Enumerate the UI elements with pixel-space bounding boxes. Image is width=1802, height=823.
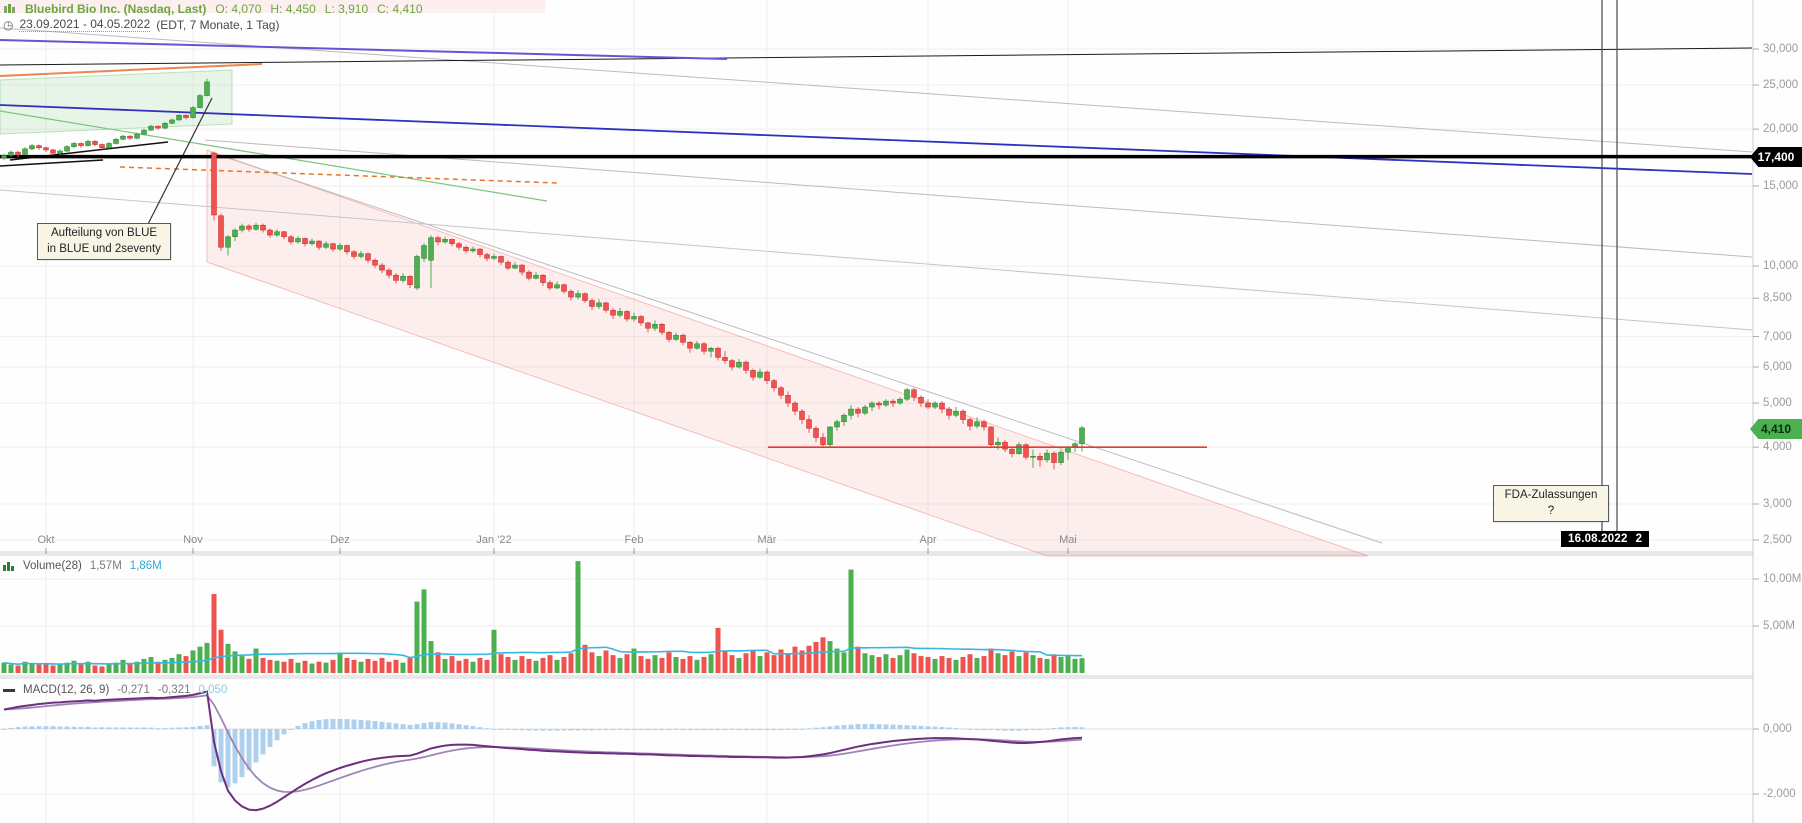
fda-annotation-line2: ?: [1499, 504, 1603, 520]
volume-bars-icon: [3, 561, 15, 571]
axis-label: 8,500: [1763, 292, 1792, 304]
event-date-marker: 16.08.2022 2: [1561, 531, 1649, 547]
volume-label: Volume(28): [23, 560, 82, 572]
price-chart-canvas[interactable]: [0, 0, 1802, 823]
macd-label: MACD(12, 26, 9): [23, 684, 109, 696]
low-value: L: 3,910: [325, 2, 368, 16]
axis-label: 25,000: [1763, 79, 1798, 91]
date-range[interactable]: 23.09.2021 - 04.05.2022: [19, 17, 150, 32]
volume-legend[interactable]: Volume(28) 1,57M 1,86M: [3, 560, 162, 572]
last-price-tag: 4,410: [1750, 419, 1802, 439]
axis-label: 5,00M: [1763, 620, 1795, 632]
macd-panel-graphics: [2, 692, 1085, 811]
axis-label: 5,000: [1763, 397, 1792, 409]
fda-annotation-box[interactable]: FDA-Zulassungen ?: [1493, 485, 1609, 522]
close-value: C: 4,410: [377, 2, 422, 16]
symbol-legend[interactable]: Bluebird Bio Inc. (Nasdaq, Last) O: 4,07…: [3, 2, 423, 16]
event-date: 16.08.2022: [1568, 533, 1628, 545]
axis-label: 6,000: [1763, 361, 1792, 373]
axis-label: Nov: [183, 534, 203, 546]
macd-value: -0,271: [117, 684, 150, 696]
range-note: (EDT, 7 Monate, 1 Tag): [156, 18, 279, 32]
event-count-badge: 2: [1636, 533, 1643, 545]
macd-signal-value: -0,321: [158, 684, 191, 696]
chart-root: Bluebird Bio Inc. (Nasdaq, Last) O: 4,07…: [0, 0, 1802, 823]
axis-label: 10,00M: [1763, 573, 1801, 585]
axis-label: 20,000: [1763, 123, 1798, 135]
open-value: O: 4,070: [215, 2, 261, 16]
split-annotation-box[interactable]: Aufteilung von BLUE in BLUE und 2seventy: [37, 223, 171, 260]
axis-label: 7,000: [1763, 331, 1792, 343]
axis-label: Jan '22: [476, 534, 511, 546]
macd-main-line: [4, 692, 1082, 811]
symbol-name: Bluebird Bio Inc. (Nasdaq, Last): [25, 2, 206, 16]
trendline-drawings[interactable]: [0, 0, 1752, 556]
macd-legend[interactable]: MACD(12, 26, 9) -0,271 -0,321 0,050: [3, 684, 227, 696]
macd-line-icon: [3, 689, 15, 692]
macd-signal-line: [4, 695, 1082, 792]
fda-annotation-line1: FDA-Zulassungen: [1499, 488, 1603, 504]
date-range-row[interactable]: ◷ 23.09.2021 - 04.05.2022 (EDT, 7 Monate…: [3, 17, 279, 32]
axis-label: 3,000: [1763, 498, 1792, 510]
volume-value: 1,57M: [90, 560, 122, 572]
axis-label: 0,000: [1763, 723, 1792, 735]
split-annotation-line1: Aufteilung von BLUE: [43, 226, 165, 242]
high-value: H: 4,450: [270, 2, 315, 16]
volume-ma-value: 1,86M: [130, 560, 162, 572]
axis-label: Mai: [1059, 534, 1077, 546]
macd-hist-value: 0,050: [199, 684, 228, 696]
axis-label: Feb: [625, 534, 644, 546]
clock-icon: ◷: [3, 18, 13, 32]
axis-label: 10,000: [1763, 260, 1798, 272]
axis-label: 15,000: [1763, 180, 1798, 192]
axis-label: Okt: [37, 534, 54, 546]
axis-label: Apr: [919, 534, 936, 546]
axis-label: Dez: [330, 534, 350, 546]
axis-label: 4,000: [1763, 441, 1792, 453]
volume-bars: [2, 561, 1085, 673]
candlestick-icon: [3, 3, 16, 16]
axis-label: -2,000: [1763, 788, 1796, 800]
axis-label: 2,500: [1763, 534, 1792, 546]
split-annotation-line2: in BLUE und 2seventy: [43, 242, 165, 258]
level-price-tag: 17,400: [1750, 147, 1802, 167]
axis-label: Mär: [758, 534, 777, 546]
axis-label: 30,000: [1763, 43, 1798, 55]
